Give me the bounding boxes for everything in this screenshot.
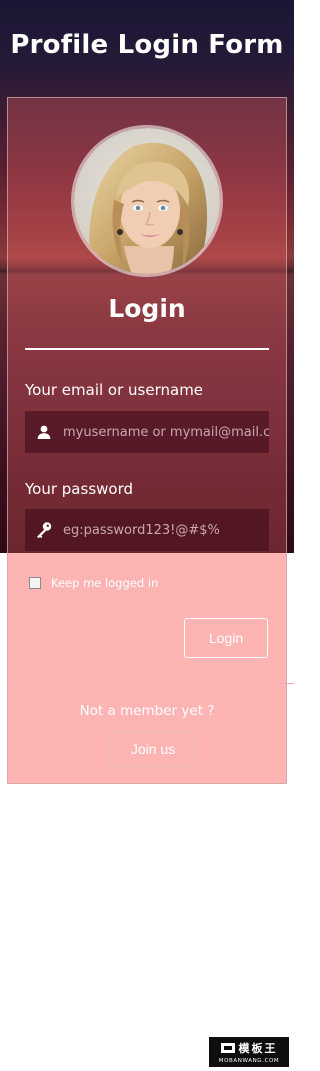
section-divider — [8, 683, 294, 684]
email-input[interactable] — [63, 424, 269, 440]
keep-logged-in-checkbox[interactable] — [29, 577, 41, 589]
page-title: Profile Login Form — [10, 30, 284, 60]
watermark-logo: 模板王 MOBANWANG.COM — [209, 1037, 289, 1067]
watermark-brand: 模板王 — [238, 1042, 278, 1055]
password-field-wrapper[interactable] — [25, 509, 269, 551]
login-button[interactable]: Login — [184, 618, 268, 658]
email-field-wrapper[interactable] — [25, 411, 269, 453]
keep-logged-in-label: Keep me logged in — [51, 576, 159, 590]
avatar-photo — [74, 128, 220, 274]
password-input[interactable] — [63, 522, 269, 538]
brand-mark-icon — [220, 1043, 235, 1053]
user-icon — [25, 424, 63, 440]
password-label: Your password — [25, 480, 134, 498]
login-heading: Login — [108, 294, 186, 323]
heading-divider — [25, 348, 269, 350]
key-icon — [25, 521, 63, 539]
join-us-button[interactable]: Join us — [108, 731, 198, 767]
keep-logged-in-row[interactable]: Keep me logged in — [29, 576, 158, 590]
watermark-site: MOBANWANG.COM — [218, 1058, 280, 1064]
profile-avatar — [71, 125, 223, 277]
email-label: Your email or username — [25, 381, 204, 399]
not-member-text: Not a member yet ? — [79, 703, 215, 719]
